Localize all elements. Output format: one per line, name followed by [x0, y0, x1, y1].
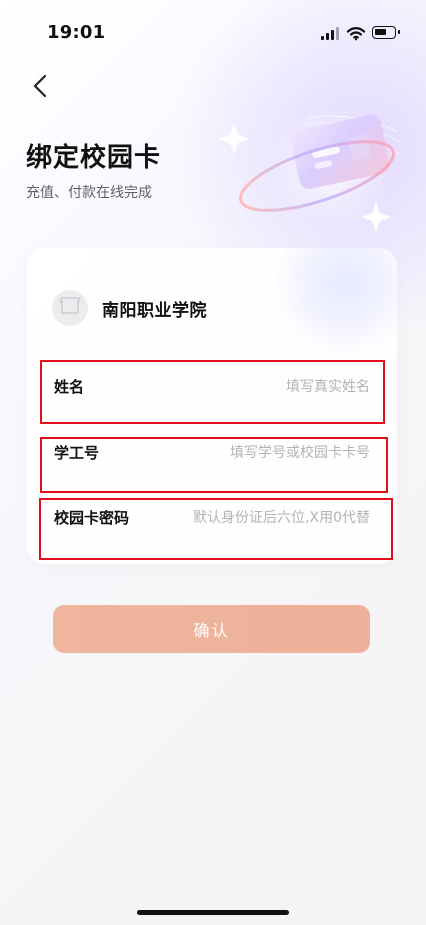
- status-bar: 19:01: [0, 0, 426, 66]
- page-title: 绑定校园卡: [26, 143, 162, 173]
- name-field-row: 姓名: [27, 360, 397, 414]
- student-id-field-label: 学工号: [54, 444, 100, 462]
- card-password-input[interactable]: [136, 498, 370, 538]
- student-id-input[interactable]: [150, 433, 370, 473]
- status-time: 19:01: [47, 22, 106, 43]
- bind-campus-card-screen: 19:01 绑定校园卡 充值、付款在线完成 南阳职业学院 姓名 填写真实姓名 学…: [0, 0, 426, 925]
- battery-icon: [372, 26, 400, 39]
- card-password-field-row: 校园卡密码: [27, 491, 397, 545]
- confirm-button[interactable]: 确认: [53, 605, 370, 653]
- back-button[interactable]: [24, 70, 56, 102]
- wifi-icon: [346, 26, 366, 41]
- name-field-label: 姓名: [54, 378, 85, 396]
- school-logo-icon: [52, 290, 88, 326]
- school-name: 南阳职业学院: [102, 300, 207, 321]
- signal-icon: [321, 27, 341, 40]
- page-subtitle: 充值、付款在线完成: [26, 185, 152, 201]
- binding-form-card: 南阳职业学院 姓名 学工号 校园卡密码: [27, 248, 397, 564]
- card-password-field-label: 校园卡密码: [54, 509, 130, 527]
- school-row: 南阳职业学院: [52, 288, 207, 328]
- name-input[interactable]: [180, 367, 370, 407]
- campus-card-illustration: [219, 110, 402, 232]
- back-chevron-icon: [33, 74, 47, 98]
- home-indicator: [137, 910, 289, 915]
- status-icons: [313, 24, 400, 42]
- student-id-field-row: 学工号: [27, 426, 397, 480]
